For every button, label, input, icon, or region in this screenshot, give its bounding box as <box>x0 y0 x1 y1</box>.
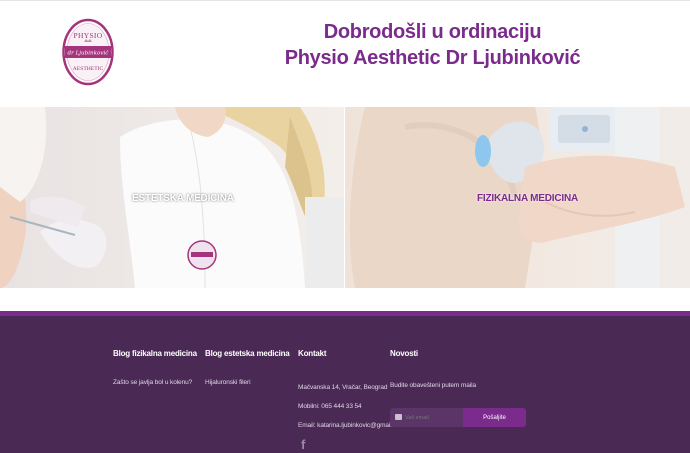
svg-text:dr Ljubinković: dr Ljubinković <box>68 50 110 57</box>
logo[interactable]: PHYSIO dr Ljubinković AESTHETIC <box>62 18 114 86</box>
hero-physical-medicine[interactable]: FIZIKALNA MEDICINA <box>345 107 690 288</box>
site-header: PHYSIO dr Ljubinković AESTHETIC Dobrodoš… <box>0 0 690 107</box>
facebook-icon[interactable]: f <box>301 437 305 452</box>
footer-link-knee-pain[interactable]: Zašto se javlja bol u kolenu? <box>113 379 192 386</box>
welcome-line-1: Dobrodošli u ordinaciju <box>323 21 542 43</box>
newsletter-send-button[interactable]: Pošaljite <box>463 408 526 427</box>
contact-phone: Mobilni: 065 444 33 54 <box>298 403 362 410</box>
welcome-line-2: Physio Aesthetic Dr Ljubinković <box>284 47 581 69</box>
svg-text:PHYSIO: PHYSIO <box>74 31 103 40</box>
welcome-heading: Dobrodošli u ordinaciju Physio Aesthetic… <box>270 19 595 71</box>
envelope-icon <box>395 414 402 420</box>
hero-divider <box>344 107 345 288</box>
footer-heading-contact: Kontakt <box>298 349 327 358</box>
hero-right-label[interactable]: FIZIKALNA MEDICINA <box>477 193 578 204</box>
footer-heading-aesthetic-blog: Blog estetska medicina <box>205 349 290 358</box>
svg-text:AESTHETIC: AESTHETIC <box>73 66 104 72</box>
footer-heading-newsletter: Novosti <box>390 349 418 358</box>
footer-col-aesthetic-blog: Blog estetska medicina <box>205 349 290 358</box>
contact-address: Mačvanska 14, Vračar, Beograd <box>298 384 388 391</box>
footer-col-newsletter: Novosti <box>390 349 418 358</box>
hero-aesthetic-medicine[interactable]: ESTETSKA MEDICINA <box>0 107 345 288</box>
hero-left-label[interactable]: ESTETSKA MEDICINA <box>132 193 234 204</box>
footer-link-fillers[interactable]: Hijaluronski fileri <box>205 379 251 386</box>
spacer <box>0 288 690 311</box>
footer-col-contact: Kontakt <box>298 349 327 358</box>
footer-heading-physio-blog: Blog fizikalna medicina <box>113 349 197 358</box>
newsletter-subtitle: Budite obavešteni putem maila <box>390 382 476 389</box>
newsletter-form: Pošaljite <box>390 408 526 427</box>
site-footer: Blog fizikalna medicina Zašto se javlja … <box>0 311 690 453</box>
footer-col-physio-blog: Blog fizikalna medicina <box>113 349 197 358</box>
